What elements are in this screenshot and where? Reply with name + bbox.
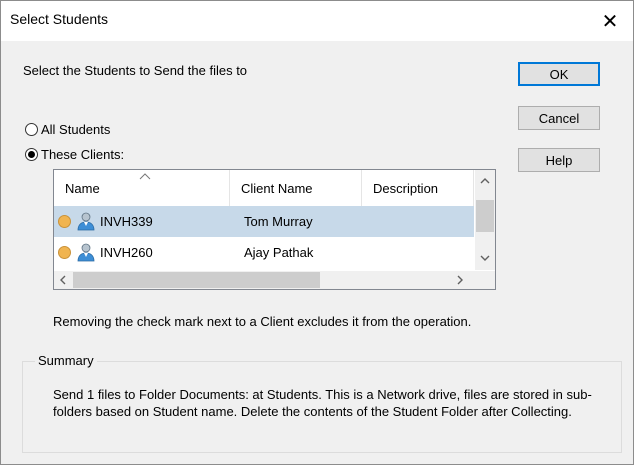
list-note: Removing the check mark next to a Client… (53, 314, 472, 329)
scroll-right-icon[interactable] (451, 271, 469, 289)
these-clients-option[interactable]: These Clients: (25, 147, 124, 162)
clients-list[interactable]: Name Client Name Description INVH339 Tom… (53, 169, 496, 290)
vertical-scroll-thumb[interactable] (476, 200, 494, 232)
summary-text: Send 1 files to Folder Documents: at Stu… (53, 387, 592, 419)
help-button[interactable]: Help (518, 148, 600, 172)
vertical-scrollbar[interactable] (475, 170, 495, 270)
all-students-option[interactable]: All Students (25, 122, 110, 137)
user-icon (77, 243, 95, 262)
select-students-dialog: Select Students ✕ Select the Students to… (0, 0, 634, 465)
these-clients-radio[interactable] (25, 148, 38, 161)
scroll-up-icon[interactable] (475, 172, 495, 189)
sort-ascending-icon (139, 173, 151, 180)
row-client-name: Ajay Pathak (244, 245, 314, 260)
column-header-name[interactable]: Name (54, 170, 230, 206)
ok-button[interactable]: OK (518, 62, 600, 86)
table-row[interactable]: INVH260 Ajay Pathak (54, 237, 474, 268)
radio-selected-dot (28, 151, 35, 158)
horizontal-scroll-thumb[interactable] (73, 272, 320, 288)
summary-label: Summary (35, 353, 97, 368)
horizontal-scrollbar[interactable] (54, 271, 475, 289)
instruction-text: Select the Students to Send the files to (23, 63, 248, 78)
status-dot-icon (58, 246, 71, 259)
close-icon: ✕ (601, 10, 619, 33)
all-students-radio[interactable] (25, 123, 38, 136)
scroll-left-icon[interactable] (54, 271, 72, 289)
close-button[interactable]: ✕ (587, 1, 633, 41)
row-name: INVH260 (100, 245, 153, 260)
window-title: Select Students (10, 11, 109, 27)
scroll-down-icon[interactable] (475, 249, 495, 266)
column-header-description[interactable]: Description (362, 170, 474, 206)
status-dot-icon (58, 215, 71, 228)
title-bar: Select Students ✕ (1, 1, 633, 41)
scrollbar-corner (475, 271, 495, 289)
all-students-label: All Students (41, 122, 111, 137)
column-header-client-name[interactable]: Client Name (230, 170, 362, 206)
user-icon (77, 212, 95, 231)
row-client-name: Tom Murray (244, 214, 313, 229)
table-row[interactable]: INVH339 Tom Murray (54, 206, 474, 237)
cancel-button[interactable]: Cancel (518, 106, 600, 130)
these-clients-label: These Clients: (41, 147, 125, 162)
row-name: INVH339 (100, 214, 153, 229)
